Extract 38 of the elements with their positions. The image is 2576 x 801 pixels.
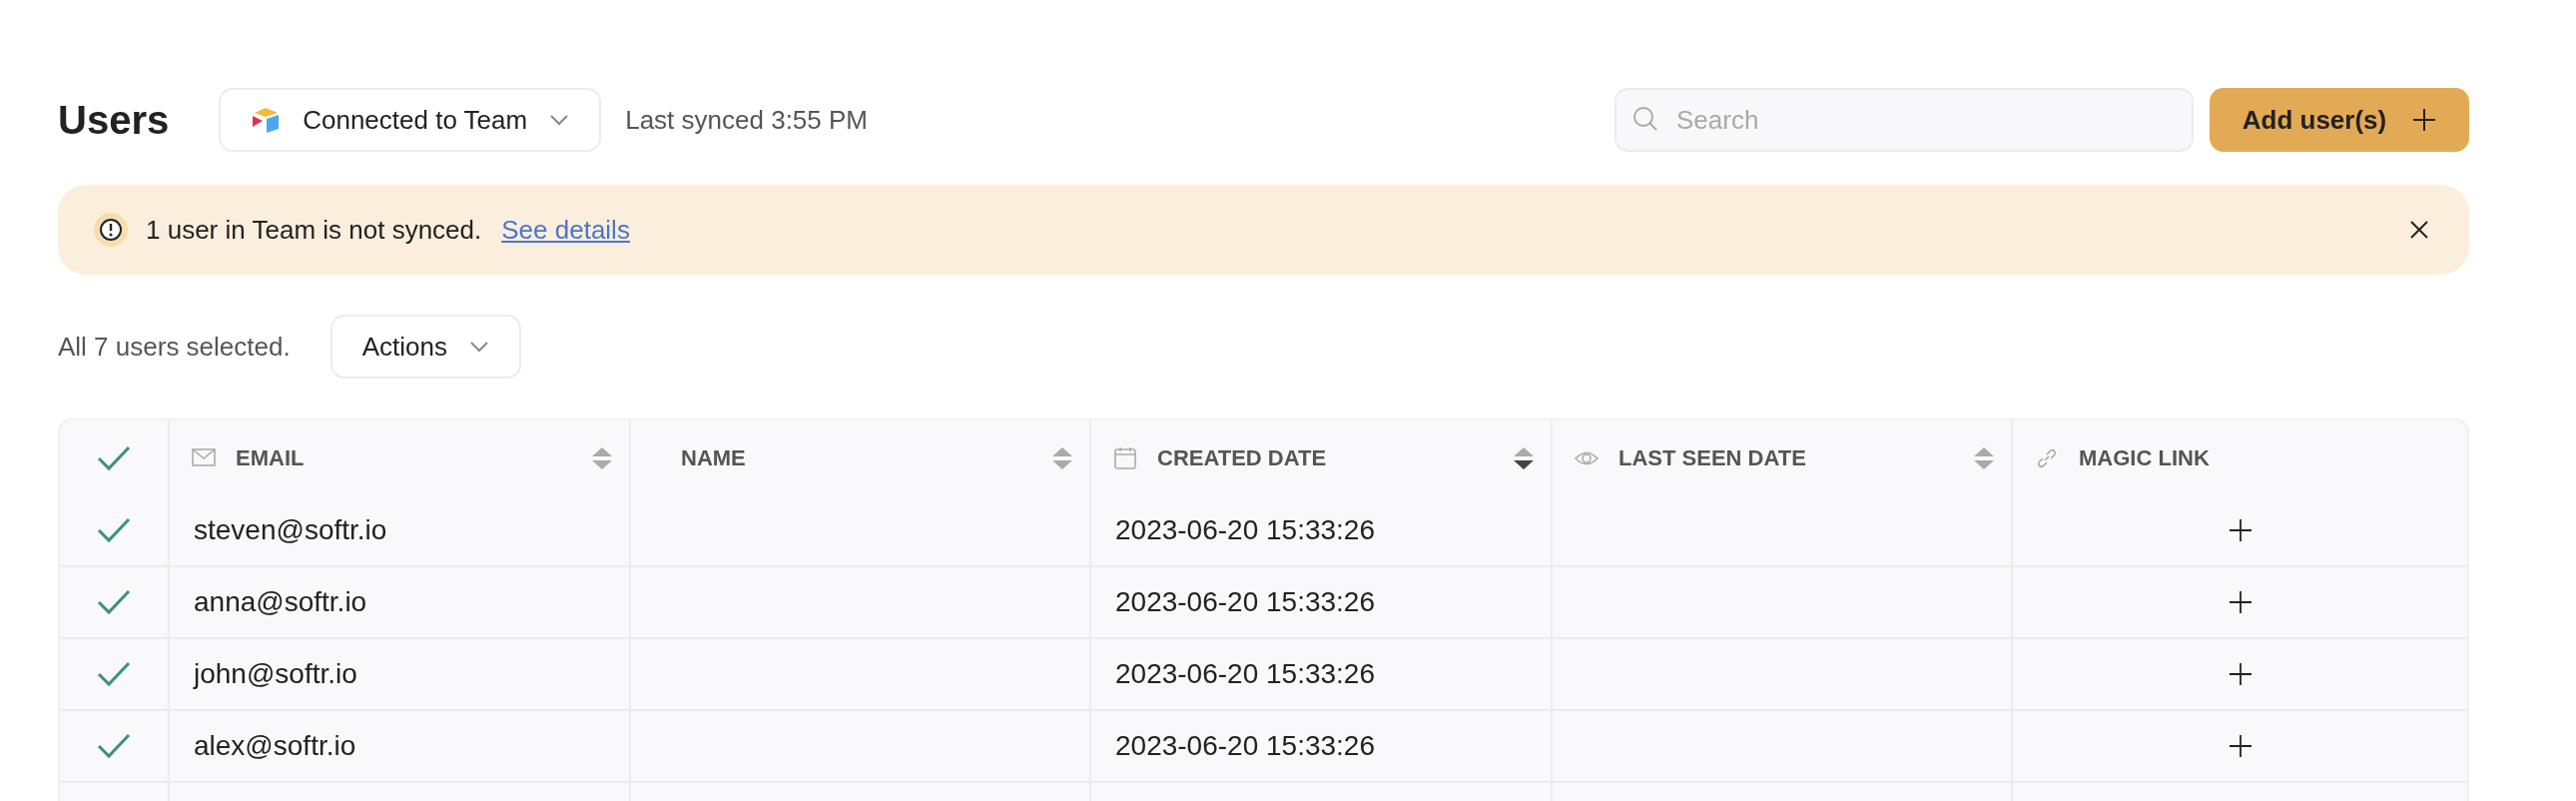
- add-users-button[interactable]: Add user(s): [2210, 88, 2469, 152]
- date-cell: 2023-06-20 15:33:26: [1091, 711, 1553, 781]
- column-header[interactable]: EMAIL: [170, 420, 631, 495]
- chevron-down-icon: [549, 114, 570, 126]
- selection-text: All 7 users selected.: [58, 330, 291, 364]
- column-header[interactable]: LAST SEEN DATE: [1553, 420, 2013, 495]
- page-title: Users: [58, 97, 170, 144]
- warning-icon: [94, 213, 128, 247]
- add-magic-link-button[interactable]: [2229, 519, 2252, 541]
- last-synced-text: Last synced 3:55 PM: [625, 103, 868, 137]
- date-cell: 2023-06-20 15:33:26: [1091, 639, 1553, 709]
- add-magic-link-button[interactable]: [2229, 663, 2252, 685]
- date-cell: 2023-06-20 15:33:26: [1091, 567, 1553, 637]
- close-button[interactable]: [2409, 220, 2429, 240]
- plus-icon: [2412, 108, 2437, 132]
- add-magic-link-button[interactable]: [2229, 735, 2252, 757]
- check-icon[interactable]: [97, 444, 131, 471]
- warning-message: 1 user in Team is not synced.: [146, 214, 482, 245]
- email-cell: alex@softr.io: [170, 711, 631, 781]
- check-icon[interactable]: [97, 589, 131, 615]
- actions-dropdown[interactable]: Actions: [329, 315, 521, 379]
- column-header[interactable]: CREATED DATE: [1091, 420, 1553, 495]
- column-header[interactable]: NAME: [631, 420, 1091, 495]
- date-cell: 2023-06-20 15:33:26: [1091, 495, 1553, 565]
- email-cell: steven@softr.io: [170, 495, 631, 565]
- see-details-link[interactable]: See details: [501, 214, 630, 245]
- check-icon[interactable]: [97, 517, 131, 543]
- check-icon[interactable]: [97, 661, 131, 687]
- email-cell: john@softr.io: [170, 639, 631, 709]
- check-icon[interactable]: [97, 733, 131, 759]
- add-magic-link-button[interactable]: [2229, 591, 2252, 613]
- column-header[interactable]: MAGIC LINK: [2013, 420, 2467, 495]
- email-cell: anna@softr.io: [170, 567, 631, 637]
- connection-dropdown[interactable]: Connected to Team: [219, 88, 602, 152]
- logo-icon: [251, 107, 282, 133]
- calendar-icon: [1113, 445, 1137, 470]
- chevron-down-icon: [468, 341, 489, 353]
- search-field[interactable]: Search: [1614, 88, 2194, 152]
